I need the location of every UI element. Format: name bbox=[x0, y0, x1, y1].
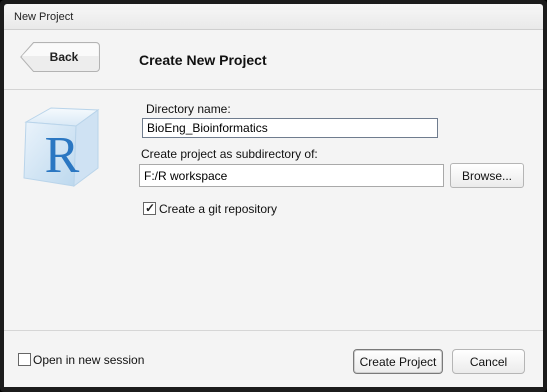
browse-button-label: Browse... bbox=[461, 168, 512, 183]
open-new-session-label: Open in new session bbox=[33, 353, 145, 367]
cancel-button[interactable]: Cancel bbox=[452, 349, 525, 374]
back-button[interactable]: Back bbox=[28, 42, 100, 72]
subdirectory-label: Create project as subdirectory of: bbox=[141, 147, 318, 161]
r-cube-icon: R bbox=[23, 107, 100, 188]
create-project-label: Create Project bbox=[359, 354, 437, 369]
create-project-button[interactable]: Create Project bbox=[353, 349, 443, 374]
window-title: New Project bbox=[14, 11, 74, 23]
git-repository-checkbox[interactable]: ✓ bbox=[143, 201, 156, 215]
title-bar[interactable]: New Project bbox=[4, 4, 543, 30]
footer-divider bbox=[4, 330, 543, 331]
cancel-label: Cancel bbox=[469, 354, 508, 369]
subdirectory-input[interactable] bbox=[139, 164, 444, 187]
page-title: Create New Project bbox=[139, 52, 267, 68]
open-new-session-checkbox[interactable] bbox=[18, 353, 31, 366]
back-button-label: Back bbox=[49, 50, 79, 64]
browse-button[interactable]: Browse... bbox=[450, 163, 524, 188]
svg-text:R: R bbox=[45, 127, 80, 184]
directory-name-input[interactable] bbox=[142, 118, 438, 138]
directory-name-label: Directory name: bbox=[146, 102, 231, 116]
wizard-header: Back Create New Project bbox=[4, 30, 543, 90]
checkmark-icon: ✓ bbox=[145, 201, 156, 215]
git-repository-label: Create a git repository bbox=[159, 202, 278, 216]
dialog-content: Back Create New Project R Directory name… bbox=[4, 30, 543, 387]
new-project-dialog: New Project Back Create New Project R Di… bbox=[0, 0, 547, 392]
